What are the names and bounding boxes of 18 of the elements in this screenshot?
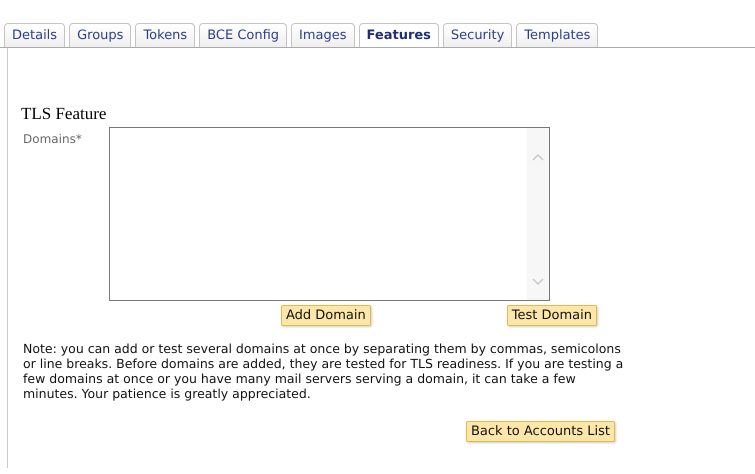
scroll-down-icon[interactable]	[532, 278, 544, 286]
tab[interactable]: Security	[442, 23, 512, 47]
section-title: TLS Feature	[21, 103, 108, 124]
domains-field[interactable]	[109, 127, 550, 301]
scrollbar[interactable]	[527, 128, 549, 300]
scroll-up-icon[interactable]	[532, 153, 544, 161]
domains-label: Domains*	[23, 132, 83, 148]
note-text: Note: you can add or test several domains at once by separating them by commas, semicolons or line breaks. Before domains are added, they are tested for TLS readiness. If you are testing a few domains at once or you have many mail servers serving a domain, it can take a few minutes. Your patience is greatly appreciated.	[23, 341, 624, 401]
test-domain-button[interactable]: Test Domain	[506, 305, 597, 326]
back-button[interactable]: Back to Accounts List	[466, 421, 615, 442]
tab[interactable]: Details	[4, 23, 66, 47]
tab[interactable]: BCE Config	[199, 23, 288, 47]
tab[interactable]: Features	[358, 23, 439, 47]
tab[interactable]: Templates	[516, 23, 598, 47]
tab[interactable]: Tokens	[135, 23, 196, 47]
tab[interactable]: Images	[291, 23, 355, 47]
tab[interactable]: Groups	[69, 23, 132, 47]
add-domain-button[interactable]: Add Domain	[281, 305, 371, 326]
